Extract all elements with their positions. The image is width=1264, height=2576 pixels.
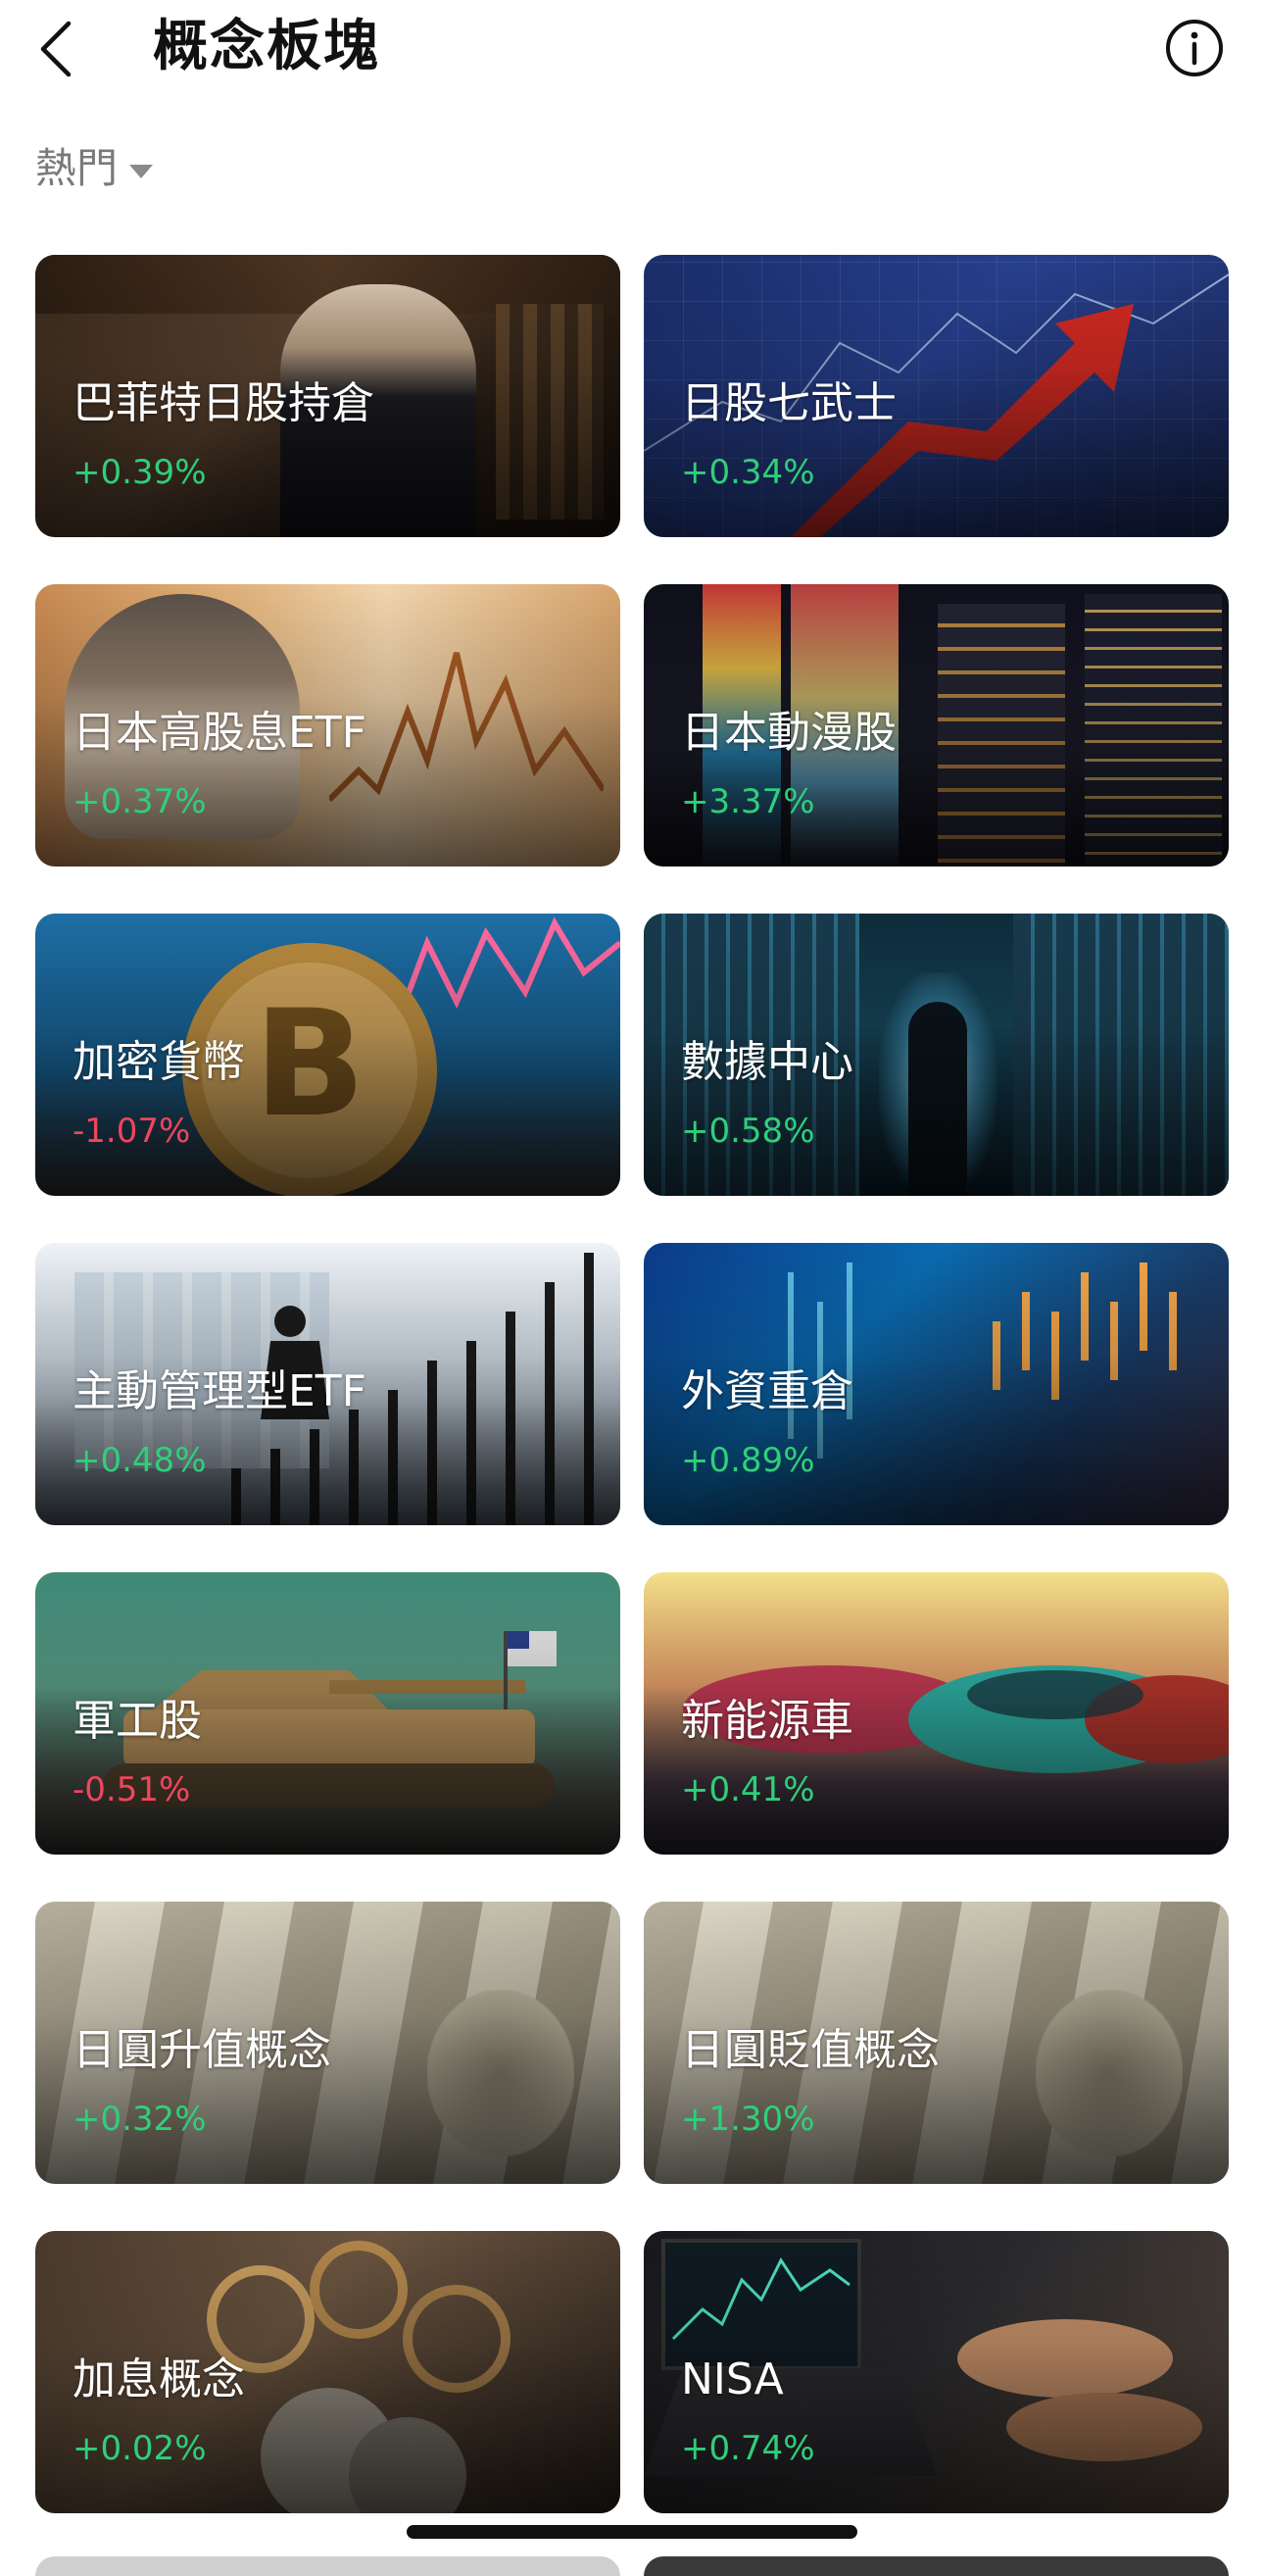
chevron-left-icon xyxy=(40,21,72,77)
info-button[interactable] xyxy=(1164,18,1225,78)
concept-change: +0.74% xyxy=(681,2429,815,2468)
concept-card[interactable]: 數據中心 +0.58% xyxy=(644,914,1229,1196)
concept-card[interactable]: 軍工股 -0.51% xyxy=(35,1572,620,1855)
concept-card-peek xyxy=(644,2556,1229,2576)
concept-name: 日圓貶值概念 xyxy=(681,2025,940,2075)
concept-card[interactable]: 日本高股息ETF +0.37% xyxy=(35,584,620,867)
concept-name: NISA xyxy=(681,2354,784,2404)
concept-name: 主動管理型ETF xyxy=(73,1366,366,1416)
concept-name: 巴菲特日股持倉 xyxy=(73,378,374,428)
info-circle-icon xyxy=(1166,20,1223,76)
concept-name: 加密貨幣 xyxy=(73,1037,245,1087)
page-title: 概念板塊 xyxy=(153,15,380,78)
caret-down-icon xyxy=(129,165,154,178)
concept-card[interactable]: 外資重倉 +0.89% xyxy=(644,1243,1229,1525)
filter-label: 熱門 xyxy=(35,144,119,192)
concept-change: +0.02% xyxy=(73,2429,207,2468)
concept-change: +0.34% xyxy=(681,453,815,492)
back-button[interactable] xyxy=(27,14,86,84)
concept-name: 日圓升值概念 xyxy=(73,2025,331,2075)
concept-card[interactable]: 日股七武士 +0.34% xyxy=(644,255,1229,537)
header: 概念板塊 xyxy=(0,0,1264,108)
concept-change: +0.39% xyxy=(73,453,207,492)
concept-change: -1.07% xyxy=(73,1112,191,1151)
concept-name: 數據中心 xyxy=(681,1037,853,1087)
concept-name: 軍工股 xyxy=(73,1696,202,1746)
concept-card[interactable]: 巴菲特日股持倉 +0.39% xyxy=(35,255,620,537)
concept-card[interactable]: B 加密貨幣 -1.07% xyxy=(35,914,620,1196)
home-indicator xyxy=(407,2525,857,2539)
concept-change: +0.37% xyxy=(73,782,207,821)
concept-change: +3.37% xyxy=(681,782,815,821)
concept-change: -0.51% xyxy=(73,1770,191,1809)
concept-name: 外資重倉 xyxy=(681,1366,853,1416)
concept-change: +0.48% xyxy=(73,1441,207,1480)
concept-card[interactable]: 主動管理型ETF +0.48% xyxy=(35,1243,620,1525)
concept-card[interactable]: 日圓貶值概念 +1.30% xyxy=(644,1902,1229,2184)
sort-filter-dropdown[interactable]: 熱門 xyxy=(35,139,154,198)
concept-name: 日本動漫股 xyxy=(681,708,897,758)
next-row-peek xyxy=(35,2556,1229,2576)
concept-change: +0.89% xyxy=(681,1441,815,1480)
concept-name: 日股七武士 xyxy=(681,378,897,428)
concept-name: 加息概念 xyxy=(73,2354,245,2404)
concept-change: +0.41% xyxy=(681,1770,815,1809)
concept-name: 新能源車 xyxy=(681,1696,853,1746)
concept-card[interactable]: 日圓升值概念 +0.32% xyxy=(35,1902,620,2184)
concept-card[interactable]: 加息概念 +0.02% xyxy=(35,2231,620,2513)
concept-change: +0.32% xyxy=(73,2100,207,2139)
concept-change: +0.58% xyxy=(681,1112,815,1151)
concept-change: +1.30% xyxy=(681,2100,815,2139)
concept-card[interactable]: NISA +0.74% xyxy=(644,2231,1229,2513)
concept-grid: 巴菲特日股持倉 +0.39% 日股七武士 +0.34% 日本高股息ETF +0.… xyxy=(35,255,1229,2513)
concept-name: 日本高股息ETF xyxy=(73,708,366,758)
concept-card-peek xyxy=(35,2556,620,2576)
concept-card[interactable]: 日本動漫股 +3.37% xyxy=(644,584,1229,867)
concept-card[interactable]: 新能源車 +0.41% xyxy=(644,1572,1229,1855)
